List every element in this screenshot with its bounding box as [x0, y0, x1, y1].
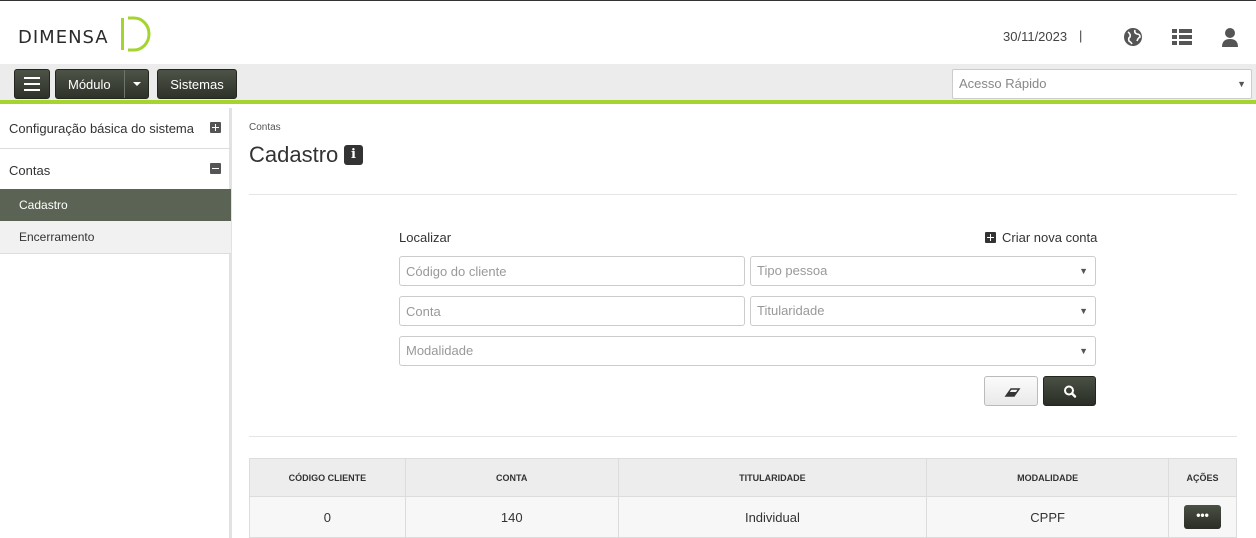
- column-header: AÇÕES: [1168, 458, 1237, 497]
- plus-icon: [985, 232, 996, 243]
- dropdown-arrow-icon: ▼: [1237, 79, 1246, 89]
- search-icon: [1064, 385, 1077, 398]
- create-account-label: Criar nova conta: [1002, 230, 1098, 245]
- column-header[interactable]: MODALIDADE: [926, 458, 1170, 497]
- column-header[interactable]: CÓDIGO CLIENTE: [249, 458, 406, 497]
- quick-access-select[interactable]: Acesso Rápido ▼: [952, 69, 1252, 99]
- dropdown-arrow-icon: ▼: [1079, 266, 1088, 276]
- dropdown-arrow-icon: ▼: [1079, 346, 1088, 356]
- page-title: Cadastro: [249, 142, 339, 167]
- cell-ownership: Individual: [617, 496, 928, 538]
- dropdown-arrow-icon: ▼: [1079, 306, 1088, 316]
- sidebar-subitem-cadastro[interactable]: Cadastro: [0, 189, 231, 221]
- globe-icon[interactable]: [1122, 26, 1144, 48]
- search-section-label: Localizar: [399, 230, 452, 245]
- hamburger-icon: [24, 77, 40, 79]
- cell-client-code: 0: [249, 496, 406, 538]
- ownership-select[interactable]: Titularidade ▼: [750, 296, 1096, 326]
- sidebar-item-label: Configuração básica do sistema: [9, 121, 194, 136]
- more-actions-button[interactable]: •••: [1184, 505, 1221, 529]
- module-dropdown-button[interactable]: Módulo: [55, 69, 149, 99]
- cell-modality: CPPF: [926, 496, 1170, 538]
- caret-down-icon[interactable]: [133, 82, 141, 86]
- systems-button[interactable]: Sistemas: [157, 69, 237, 99]
- modality-select[interactable]: Modalidade ▼: [399, 336, 1096, 366]
- current-date: 30/11/2023: [1003, 29, 1068, 44]
- menu-toggle-button[interactable]: [14, 69, 50, 99]
- sidebar-item-label: Contas: [9, 163, 51, 178]
- brand-logo[interactable]: DIMENSA: [18, 15, 153, 53]
- breadcrumb[interactable]: Contas: [249, 122, 281, 133]
- header-separator: |: [1079, 28, 1083, 43]
- person-type-placeholder: Tipo pessoa: [757, 263, 828, 278]
- divider: [249, 194, 1237, 195]
- search-button[interactable]: [1043, 376, 1096, 406]
- sidebar-item-contas[interactable]: Contas: [0, 149, 231, 189]
- quick-access-placeholder: Acesso Rápido: [959, 76, 1047, 91]
- brand-name: DIMENSA: [18, 19, 109, 49]
- ownership-placeholder: Titularidade: [757, 303, 825, 318]
- cell-account: 140: [404, 496, 619, 538]
- collapse-icon[interactable]: [210, 163, 221, 174]
- brand-mark-icon: [120, 16, 151, 52]
- top-header: DIMENSA 30/11/2023 |: [0, 0, 1256, 64]
- cell-actions: •••: [1168, 496, 1237, 538]
- eraser-icon: [1004, 388, 1021, 397]
- table-header-row: CÓDIGO CLIENTE CONTA TITULARIDADE MODALI…: [249, 458, 1237, 497]
- list-icon[interactable]: [1171, 26, 1193, 48]
- main-toolbar: Módulo Sistemas Acesso Rápido ▼: [0, 64, 1256, 104]
- module-label: Módulo: [68, 76, 111, 92]
- table-row[interactable]: 0 140 Individual CPPF •••: [249, 496, 1237, 538]
- expand-icon[interactable]: [210, 122, 221, 133]
- divider: [249, 436, 1237, 437]
- create-account-link[interactable]: Criar nova conta: [985, 230, 1097, 245]
- client-code-input[interactable]: [399, 256, 745, 286]
- person-type-select[interactable]: Tipo pessoa ▼: [750, 256, 1096, 286]
- modality-placeholder: Modalidade: [406, 343, 474, 358]
- sidebar-subitem-encerramento[interactable]: Encerramento: [0, 221, 231, 254]
- sidebar-item-configuracao[interactable]: Configuração básica do sistema: [0, 108, 231, 149]
- user-icon[interactable]: [1219, 26, 1241, 48]
- clear-button[interactable]: [984, 376, 1038, 406]
- accounts-table: CÓDIGO CLIENTE CONTA TITULARIDADE MODALI…: [249, 458, 1237, 538]
- account-input[interactable]: [399, 296, 745, 326]
- column-header[interactable]: CONTA: [404, 458, 619, 497]
- sidebar: Configuração básica do sistema Contas Ca…: [0, 108, 232, 538]
- info-icon[interactable]: i: [344, 145, 363, 165]
- column-header[interactable]: TITULARIDADE: [617, 458, 928, 497]
